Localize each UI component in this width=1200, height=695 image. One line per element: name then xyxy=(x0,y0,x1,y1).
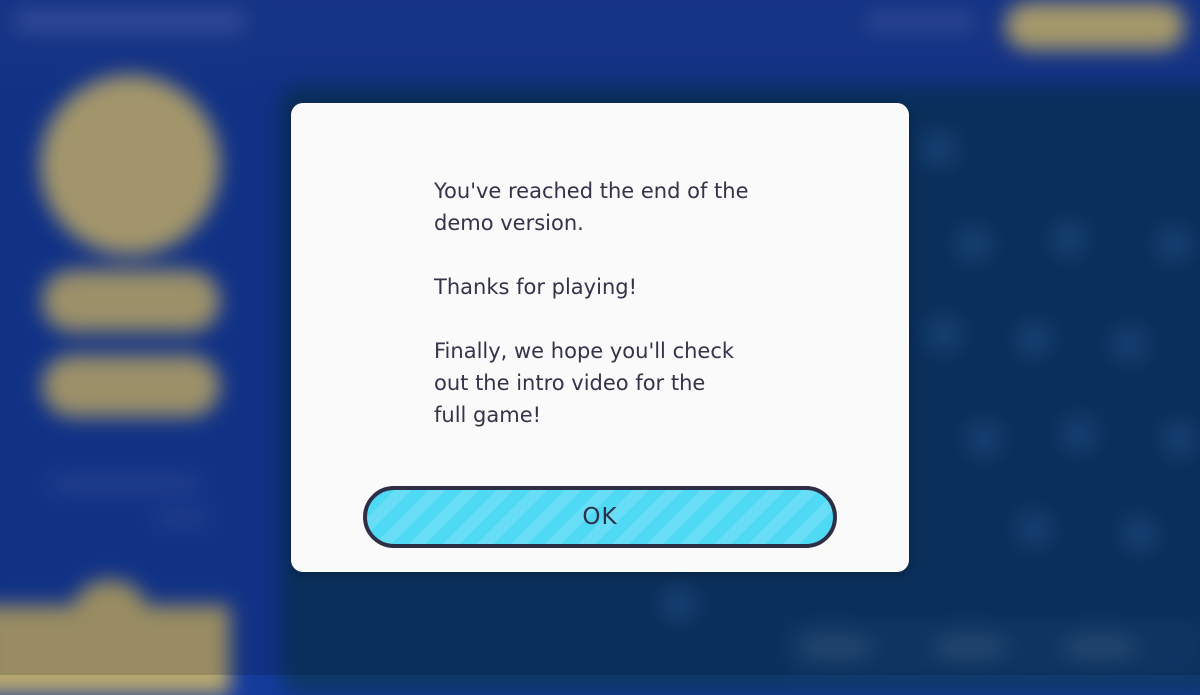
dialog-paragraph-thanks: Thanks for playing! xyxy=(434,275,637,299)
dialog-paragraph-intro-video: Finally, we hope you'll check out the in… xyxy=(434,339,735,427)
demo-end-dialog: You've reached the end of the demo versi… xyxy=(291,103,909,572)
dialog-paragraph-demo-end: You've reached the end of the demo versi… xyxy=(434,179,749,235)
ok-button-label: OK xyxy=(582,504,618,530)
dialog-message: You've reached the end of the demo versi… xyxy=(434,175,834,431)
ok-button[interactable]: OK xyxy=(363,486,837,548)
